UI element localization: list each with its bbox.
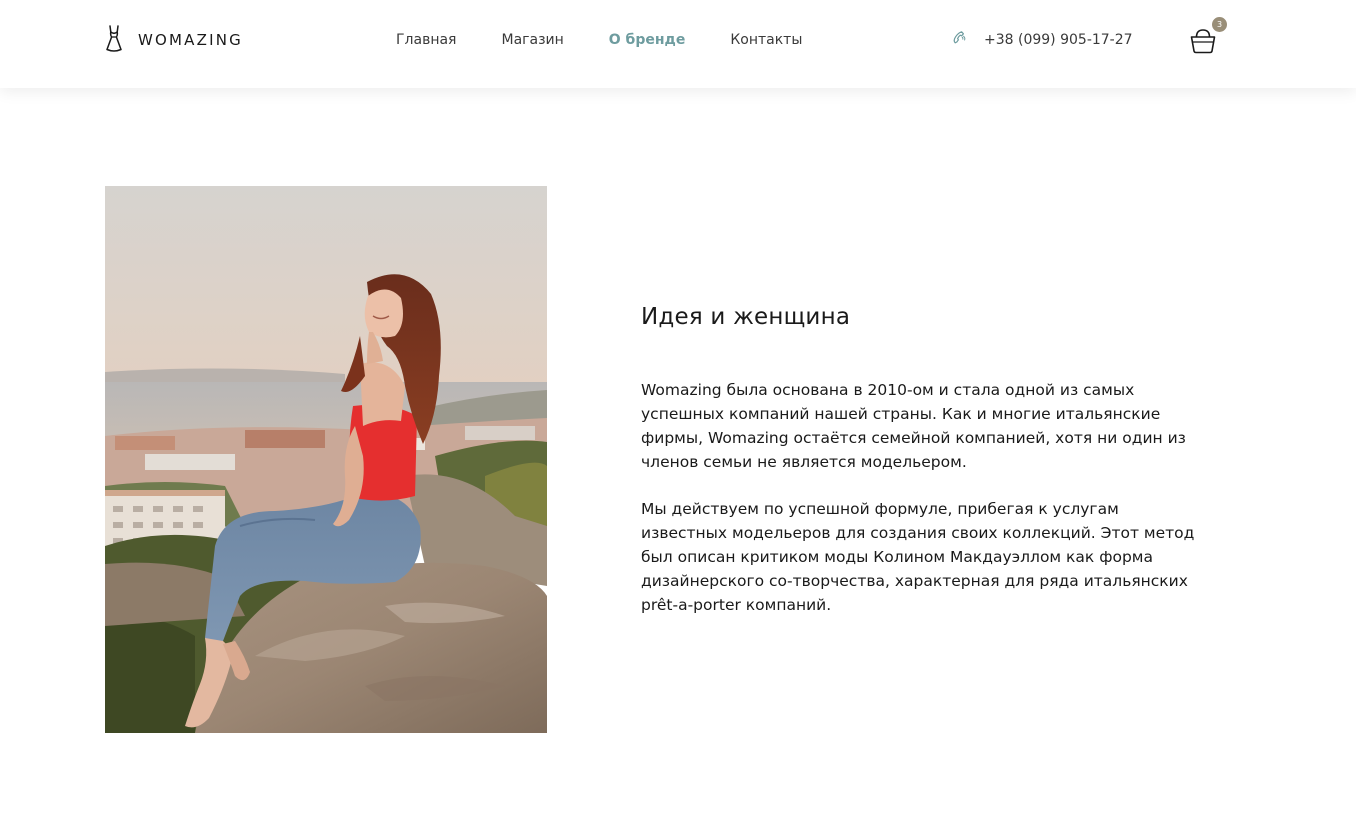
phone-icon [952, 30, 968, 50]
main-nav: Главная Магазин О бренде Контакты [396, 31, 847, 49]
cart-button[interactable] [1188, 26, 1218, 56]
cart-count-badge: 3 [1212, 17, 1227, 32]
shopping-basket-icon [1188, 29, 1218, 60]
nav-item-home[interactable]: Главная [396, 31, 456, 49]
woman-on-rock-photo [105, 186, 547, 733]
phone-number: +38 (099) 905-17-27 [984, 32, 1133, 48]
about-section: Идея и женщина Womazing была основана в … [641, 300, 1201, 617]
logo-link[interactable]: WOMAZING [104, 24, 243, 56]
nav-item-shop[interactable]: Магазин [501, 31, 563, 49]
dress-icon [104, 24, 124, 56]
section-title: Идея и женщина [641, 304, 851, 330]
phone-link[interactable]: +38 (099) 905-17-27 [952, 30, 1133, 50]
about-paragraph-2: Мы действуем по успешной формуле, прибег… [641, 500, 1195, 614]
about-paragraph-1: Womazing была основана в 2010-ом и стала… [641, 381, 1186, 471]
site-header: WOMAZING Главная Магазин О бренде Контак… [0, 0, 1356, 88]
nav-item-about-brand[interactable]: О бренде [609, 31, 686, 49]
nav-item-contacts[interactable]: Контакты [730, 31, 802, 49]
logo-text: WOMAZING [138, 31, 243, 49]
